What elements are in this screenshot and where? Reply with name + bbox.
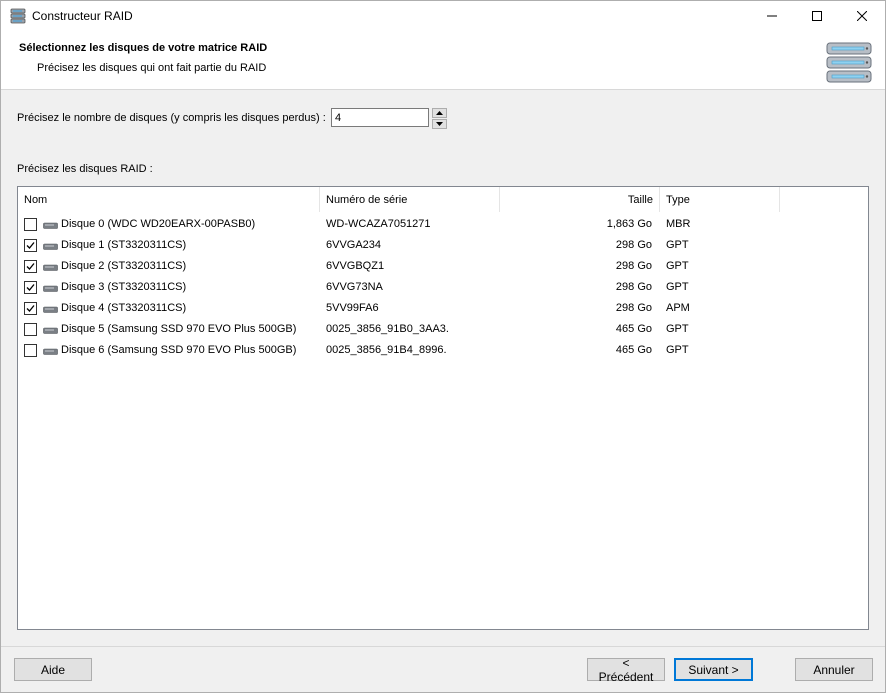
table-row[interactable]: Disque 5 (Samsung SSD 970 EVO Plus 500GB… [18, 319, 868, 340]
maximize-button[interactable] [794, 1, 840, 31]
hard-disk-icon [43, 306, 58, 313]
hard-disk-icon [43, 285, 58, 292]
disk-list-header: Nom Numéro de série Taille Type [18, 187, 868, 212]
window-title: Constructeur RAID [32, 9, 133, 23]
disk-size: 465 Go [615, 344, 652, 356]
disk-size: 1,863 Go [606, 218, 652, 230]
page-subtitle: Précisez les disques qui ont fait partie… [37, 62, 267, 74]
arrow-down-icon [436, 122, 443, 126]
wizard-header: Sélectionnez les disques de votre matric… [1, 31, 885, 90]
minimize-icon [767, 15, 777, 17]
hard-disk-icon [43, 348, 58, 355]
checkmark-icon [26, 263, 35, 270]
minimize-button[interactable] [749, 1, 795, 31]
disk-checkbox[interactable] [24, 281, 37, 294]
previous-button[interactable]: < Précédent [587, 656, 665, 684]
disk-count-spinner [432, 108, 447, 129]
maximize-icon [812, 11, 822, 21]
cancel-button[interactable]: Annuler [795, 658, 873, 681]
column-header-type[interactable]: Type [660, 187, 780, 212]
page-title: Sélectionnez les disques de votre matric… [19, 42, 268, 54]
hard-disk-icon [43, 243, 58, 250]
disk-size: 298 Go [615, 239, 652, 251]
disk-size: 298 Go [615, 302, 652, 314]
disk-serial: 6VVGA234 [326, 239, 382, 251]
raid-disks-label: Précisez les disques RAID : [17, 163, 153, 175]
disk-size: 298 Go [615, 281, 652, 293]
hard-disk-icon [43, 327, 58, 334]
disk-size: 465 Go [615, 323, 652, 335]
disk-name: Disque 2 (ST3320311CS) [61, 260, 187, 272]
disk-name: Disque 3 (ST3320311CS) [61, 281, 187, 293]
table-row[interactable]: Disque 6 (Samsung SSD 970 EVO Plus 500GB… [18, 340, 868, 361]
disk-checkbox[interactable] [24, 344, 37, 357]
raid-app-icon [10, 8, 26, 24]
column-header-serial[interactable]: Numéro de série [320, 187, 500, 212]
spin-up-button[interactable] [432, 108, 447, 118]
disk-serial: 0025_3856_91B0_3AA3. [326, 323, 449, 335]
disk-count-value: 4 [335, 111, 342, 124]
close-window-button[interactable] [839, 1, 885, 31]
disk-serial: 0025_3856_91B4_8996. [326, 344, 447, 356]
disk-serial: 5VV99FA6 [326, 302, 379, 314]
disk-count-input[interactable]: 4 [331, 108, 429, 127]
disk-type: GPT [666, 239, 689, 251]
raid-builder-window: Constructeur RAID Sélectionnez les disqu… [0, 0, 886, 693]
disk-checkbox[interactable] [24, 218, 37, 231]
disk-serial: 6VVG73NA [326, 281, 383, 293]
disk-serial: 6VVGBQZ1 [326, 260, 385, 272]
checkmark-icon [26, 242, 35, 249]
disk-checkbox[interactable] [24, 239, 37, 252]
hard-disk-icon [43, 264, 58, 271]
disk-name: Disque 6 (Samsung SSD 970 EVO Plus 500GB… [61, 344, 297, 356]
footer-divider [1, 646, 885, 647]
disk-checkbox[interactable] [24, 323, 37, 336]
table-row[interactable]: Disque 4 (ST3320311CS) 5VV99FA6 298 Go APM [18, 298, 868, 319]
disk-type: GPT [666, 344, 689, 356]
disk-checkbox[interactable] [24, 260, 37, 273]
disk-checkbox[interactable] [24, 302, 37, 315]
table-row[interactable]: Disque 3 (ST3320311CS) 6VVG73NA 298 Go GPT [18, 277, 868, 298]
next-button[interactable]: Suivant > [674, 658, 753, 681]
spin-down-button[interactable] [432, 119, 447, 129]
disk-type: GPT [666, 323, 689, 335]
column-header-name[interactable]: Nom [18, 187, 320, 212]
checkmark-icon [26, 305, 35, 312]
close-icon [857, 11, 867, 21]
disk-name: Disque 5 (Samsung SSD 970 EVO Plus 500GB… [61, 323, 297, 335]
disk-type: APM [666, 302, 690, 314]
disk-count-label: Précisez le nombre de disques (y compris… [17, 112, 326, 124]
hard-disk-icon [43, 222, 58, 229]
title-bar: Constructeur RAID [1, 1, 885, 31]
column-header-size[interactable]: Taille [500, 187, 660, 212]
disk-type: MBR [666, 218, 691, 230]
raid-array-icon [826, 42, 872, 83]
disk-size: 298 Go [615, 260, 652, 272]
disk-list: Nom Numéro de série Taille Type Disque 0… [17, 186, 869, 630]
disk-type: GPT [666, 260, 689, 272]
table-row[interactable]: Disque 2 (ST3320311CS) 6VVGBQZ1 298 Go GPT [18, 256, 868, 277]
help-button[interactable]: Aide [14, 658, 92, 681]
disk-name: Disque 1 (ST3320311CS) [61, 239, 187, 251]
disk-name: Disque 4 (ST3320311CS) [61, 302, 187, 314]
checkmark-icon [26, 284, 35, 291]
table-row[interactable]: Disque 1 (ST3320311CS) 6VVGA234 298 Go GPT [18, 235, 868, 256]
disk-serial: WD-WCAZA7051271 [326, 218, 431, 230]
table-row[interactable]: Disque 0 (WDC WD20EARX-00PASB0) WD-WCAZA7… [18, 214, 868, 235]
disk-name: Disque 0 (WDC WD20EARX-00PASB0) [61, 218, 256, 230]
disk-type: GPT [666, 281, 689, 293]
arrow-up-icon [436, 111, 443, 115]
